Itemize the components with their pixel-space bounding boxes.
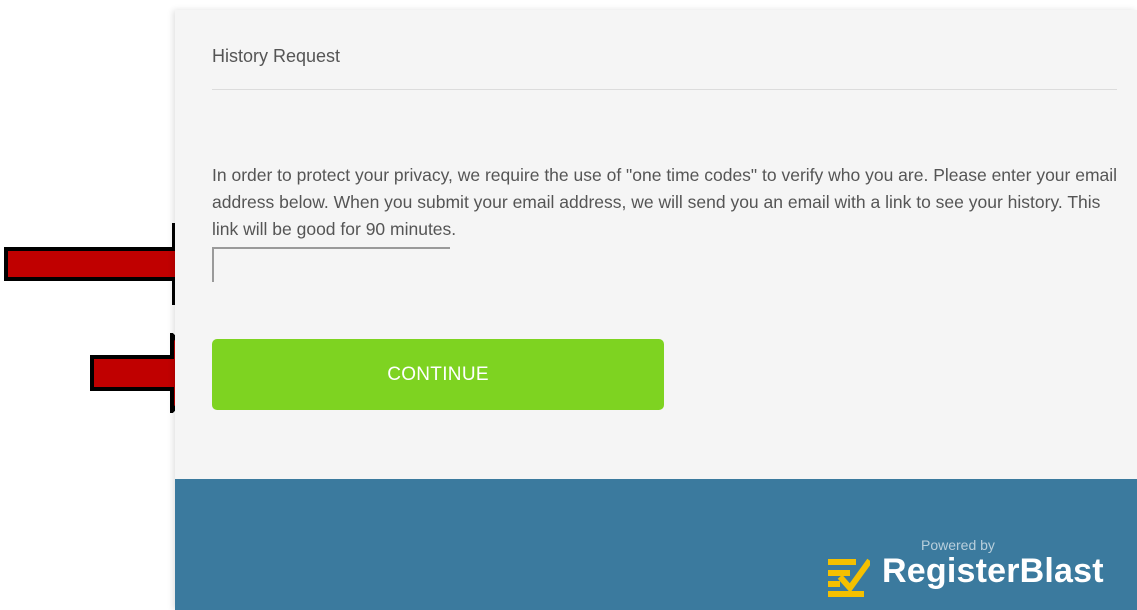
instructions-text: In order to protect your privacy, we req… bbox=[212, 165, 1118, 239]
checklist-logo-icon bbox=[828, 558, 870, 597]
history-request-card: History Request In order to protect your… bbox=[175, 10, 1137, 610]
brand-logo-text: RegisterBlast bbox=[882, 552, 1104, 590]
continue-button[interactable]: CONTINUE bbox=[212, 339, 664, 410]
title-divider bbox=[212, 89, 1117, 90]
email-input[interactable] bbox=[212, 247, 450, 282]
footer: Powered by RegisterBlast bbox=[175, 479, 1137, 610]
card-title: History Request bbox=[212, 46, 341, 66]
powered-by-label: Powered by bbox=[921, 537, 995, 553]
